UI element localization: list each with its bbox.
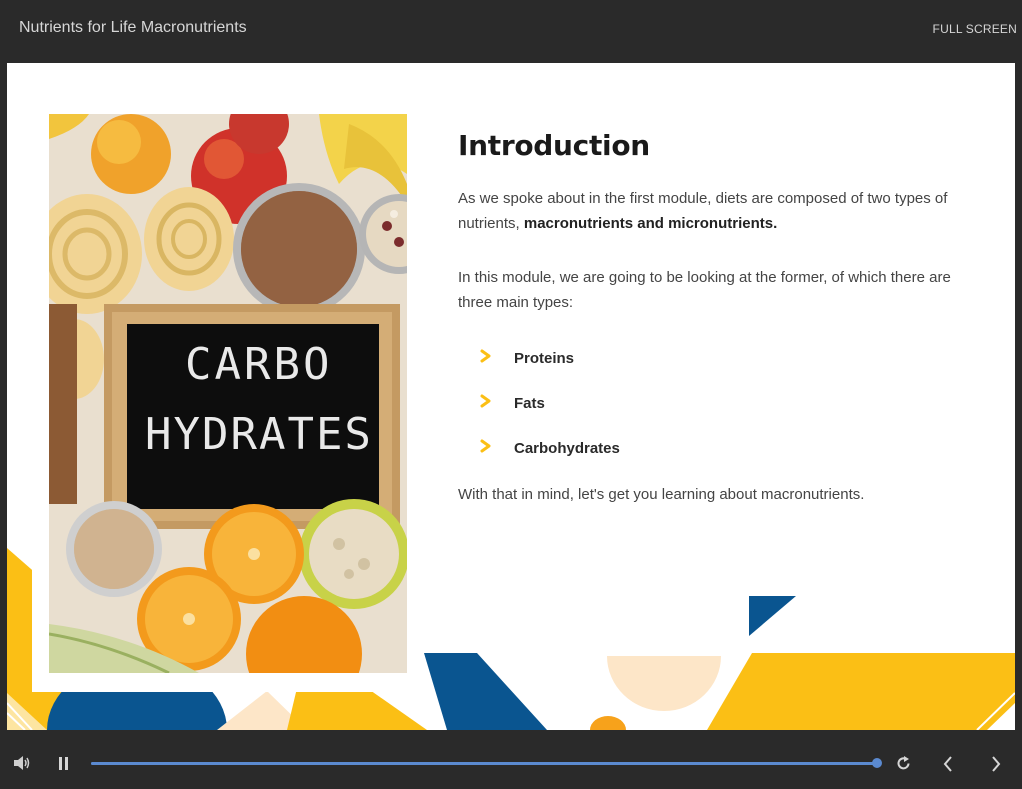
progress-fill xyxy=(91,762,877,765)
list-item-label: Proteins xyxy=(514,349,575,367)
slide-content: Introduction As we spoke about in the fi… xyxy=(458,129,958,507)
chevron-right-icon xyxy=(458,394,514,412)
list-item: Proteins xyxy=(458,347,958,369)
macronutrient-list: Proteins Fats Carbohydrates xyxy=(458,347,958,459)
module-paragraph: In this module, we are going to be looki… xyxy=(458,269,951,311)
slide: CARBO HYDRATES Introduction As we spoke … xyxy=(7,63,1015,730)
chevron-right-icon[interactable] xyxy=(990,755,1002,778)
chevron-left-icon[interactable] xyxy=(942,755,954,778)
list-item: Fats xyxy=(458,392,958,414)
progress-track[interactable] xyxy=(91,762,877,765)
pause-icon[interactable] xyxy=(58,756,70,776)
player-controls xyxy=(0,731,1022,789)
header-bar: Nutrients for Life Macronutrients FULL S… xyxy=(0,0,1022,62)
chalkboard-line-2: HYDRATES xyxy=(145,409,373,460)
volume-icon[interactable] xyxy=(13,755,31,776)
intro-paragraph: As we spoke about in the first module, d… xyxy=(458,186,958,236)
carbohydrates-photo: CARBO HYDRATES xyxy=(49,114,407,673)
fullscreen-button[interactable]: FULL SCREEN xyxy=(933,22,1017,36)
replay-icon[interactable] xyxy=(895,755,912,777)
course-title: Nutrients for Life Macronutrients xyxy=(19,19,247,36)
list-item-label: Fats xyxy=(514,394,545,412)
closing-paragraph: With that in mind, let's get you learnin… xyxy=(458,486,865,503)
chevron-right-icon xyxy=(458,349,514,367)
chalkboard-line-1: CARBO xyxy=(185,339,332,390)
list-item: Carbohydrates xyxy=(458,437,958,459)
intro-bold-text: macronutrients and micronutrients. xyxy=(523,215,778,232)
progress-handle[interactable] xyxy=(872,758,882,768)
slide-heading: Introduction xyxy=(458,129,650,162)
list-item-label: Carbohydrates xyxy=(514,439,620,457)
chevron-right-icon xyxy=(458,439,514,457)
